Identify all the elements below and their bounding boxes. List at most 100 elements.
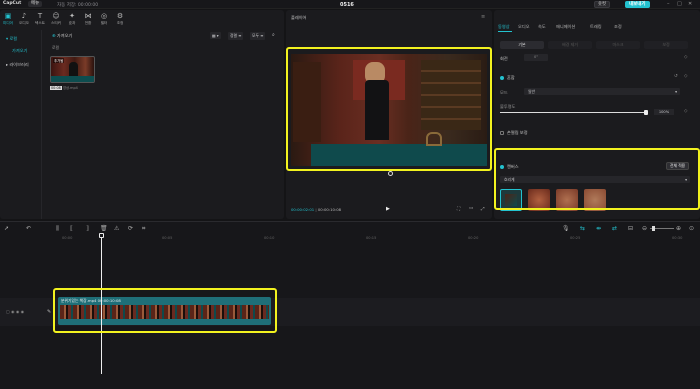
cabinet-left [293, 62, 321, 142]
link-icon[interactable]: ⇆ [580, 225, 585, 232]
canvas-select[interactable]: 흐리게 ▾ [500, 176, 690, 183]
text-icon: T [37, 12, 43, 20]
split-right-icon[interactable]: ⟧ [86, 225, 89, 232]
ratio-icon[interactable]: ▭ [469, 206, 473, 211]
search-icon[interactable]: ⌕ [272, 32, 275, 38]
ruler-tick: 00:10 [264, 236, 275, 240]
media-sidebar [0, 30, 42, 219]
snap-icon[interactable]: ⇹ [596, 225, 601, 232]
delete-icon[interactable]: 🗑 [100, 225, 108, 232]
chair [426, 132, 442, 146]
mode-select[interactable]: 일반 ▾ [524, 88, 680, 95]
zoom-slider-thumb[interactable] [652, 226, 655, 231]
blend-keyframe-icon[interactable]: ◇ [684, 74, 687, 79]
maximize-icon[interactable]: □ [677, 1, 682, 7]
subtab-retouch[interactable]: 보정 [644, 41, 688, 49]
canvas-blur-1[interactable] [528, 189, 550, 211]
opacity-slider-thumb[interactable] [644, 110, 648, 115]
playhead-handle[interactable] [99, 233, 104, 238]
tab-sticker[interactable]: ☺ 스티커 [48, 10, 64, 26]
rotate-icon[interactable]: ⟳ [128, 225, 133, 232]
blend-reset-icon[interactable]: ↺ [674, 74, 678, 79]
export-button[interactable]: 내보내기 [625, 0, 650, 8]
zoom-in-icon[interactable]: ⊕ [676, 225, 681, 232]
marker-icon[interactable]: ⚠ [114, 225, 119, 232]
sticker-icon: ☺ [52, 12, 60, 20]
canvas-toggle[interactable] [500, 165, 504, 169]
audio-icon: ♪ [21, 12, 27, 20]
playhead[interactable] [101, 234, 102, 374]
fit-timeline-icon[interactable]: ⊙ [689, 225, 694, 232]
close-icon[interactable]: ✕ [688, 1, 692, 7]
opacity-label: 불투명도 [500, 104, 516, 109]
subtab-mask[interactable]: 마스크 [596, 41, 640, 49]
crop-icon[interactable]: ⌗ [142, 225, 145, 233]
opacity-input[interactable]: 100% [654, 109, 674, 115]
sidebar-item-local[interactable]: ▾ 로컬 [6, 36, 17, 42]
cover-icon[interactable]: ✎ [47, 309, 51, 315]
minimize-icon[interactable]: – [667, 1, 670, 7]
tab-speed[interactable]: 속도 [538, 24, 546, 30]
split-icon[interactable]: ⫼ [56, 225, 59, 233]
stabilize-checkbox[interactable] [500, 131, 504, 135]
canvas-blur-2[interactable] [556, 189, 578, 211]
sidebar-item-library[interactable]: ▸ 라이브러리 [6, 62, 29, 68]
ruler-tick: 00:05 [162, 236, 173, 240]
canvas-blur-3[interactable] [584, 189, 606, 211]
media-clip-thumbnail[interactable]: 추가됨 [50, 56, 95, 83]
mic-icon[interactable]: 🎙 [562, 225, 570, 232]
sidebar-item-import[interactable]: 가져오기 [12, 48, 27, 54]
active-tab-underline [498, 31, 512, 32]
mode-label: 모드 [500, 90, 508, 95]
preview-axis-icon[interactable]: ⊟ [628, 225, 633, 232]
rotation-input[interactable]: 0° [524, 54, 548, 61]
view-toggle[interactable]: ▦ ▾ [210, 32, 221, 39]
split-left-icon[interactable]: ⟦ [70, 225, 73, 232]
menu-button[interactable]: 메뉴 [28, 1, 43, 7]
magnet-icon[interactable]: ⇄ [612, 225, 617, 232]
fit-icon[interactable]: ⛶ [457, 206, 460, 212]
tab-filter[interactable]: ◎ 필터 [96, 10, 112, 26]
tab-animation[interactable]: 애니메이션 [556, 24, 575, 30]
apply-all-button[interactable]: 전체 적용 [666, 162, 690, 170]
subtab-remove-bg[interactable]: 배경 제거 [548, 41, 592, 49]
undo-icon[interactable]: ↶ [26, 225, 31, 232]
rotation-label: 회전 [500, 56, 508, 61]
canvas-blur-none[interactable] [500, 189, 522, 211]
subtab-basic[interactable]: 기본 [500, 41, 544, 49]
canvas-rotate-handle[interactable] [388, 171, 393, 176]
opacity-slider-track[interactable] [500, 112, 646, 113]
tab-transition[interactable]: ⋈ 전환 [80, 10, 96, 26]
filter-all-button[interactable]: 모두 ≡ [250, 32, 266, 40]
keyframe-icon[interactable]: ◇ [684, 55, 687, 60]
track-controls[interactable]: ▢ ◉ ◉ ◉ [6, 309, 24, 314]
zoom-out-icon[interactable]: ⊖ [642, 225, 647, 232]
tab-media[interactable]: ▣ 미디어 [0, 10, 16, 26]
tab-adjust[interactable]: ⚙ 조정 [112, 10, 128, 26]
added-badge: 추가됨 [53, 58, 65, 63]
tab-text[interactable]: T 텍스트 [32, 10, 48, 26]
blend-toggle[interactable] [500, 76, 504, 80]
import-button[interactable]: ⊕ 가져오기 [52, 33, 72, 39]
figure-body [365, 80, 389, 140]
tab-tracking[interactable]: 트래킹 [590, 24, 602, 30]
timeline-clip[interactable]: 분위기있는 책장.mp4 00:00:10:08 [58, 297, 271, 325]
play-icon[interactable]: ▶ [386, 206, 390, 212]
player-panel: 플레이어 ≡ 00:00:02:01 | 00:00:10:08 ▶ ⛶ ▭ ⤢ [286, 10, 492, 219]
clip-label: 분위기있는 책장.mp4 00:00:10:08 [61, 298, 121, 303]
player-menu-icon[interactable]: ≡ [481, 14, 485, 20]
video-preview[interactable] [291, 54, 487, 166]
table-cloth [311, 144, 487, 166]
select-tool-icon[interactable]: ➚ [4, 225, 9, 232]
tab-effects[interactable]: ✦ 효과 [64, 10, 80, 26]
tab-adjust-inspector[interactable]: 조정 [614, 24, 622, 30]
opacity-keyframe-icon[interactable]: ◇ [684, 109, 687, 114]
fullscreen-icon[interactable]: ⤢ [481, 206, 485, 212]
shortcut-button[interactable]: 숏컷 [594, 1, 610, 8]
tab-video[interactable]: 동영상 [498, 24, 510, 30]
tab-audio[interactable]: ♪ 오디오 [16, 10, 32, 26]
sort-button[interactable]: 정렬 ≡ [228, 32, 244, 40]
tab-audio-inspector[interactable]: 오디오 [518, 24, 530, 30]
media-panel: ▣ 미디어 ♪ 오디오 T 텍스트 ☺ 스티커 ✦ 효과 ⋈ 전환 ◎ 필터 ⚙ 조정 ▾ 로컬… [0, 10, 284, 219]
canvas-label: 캔버스 [507, 164, 519, 169]
